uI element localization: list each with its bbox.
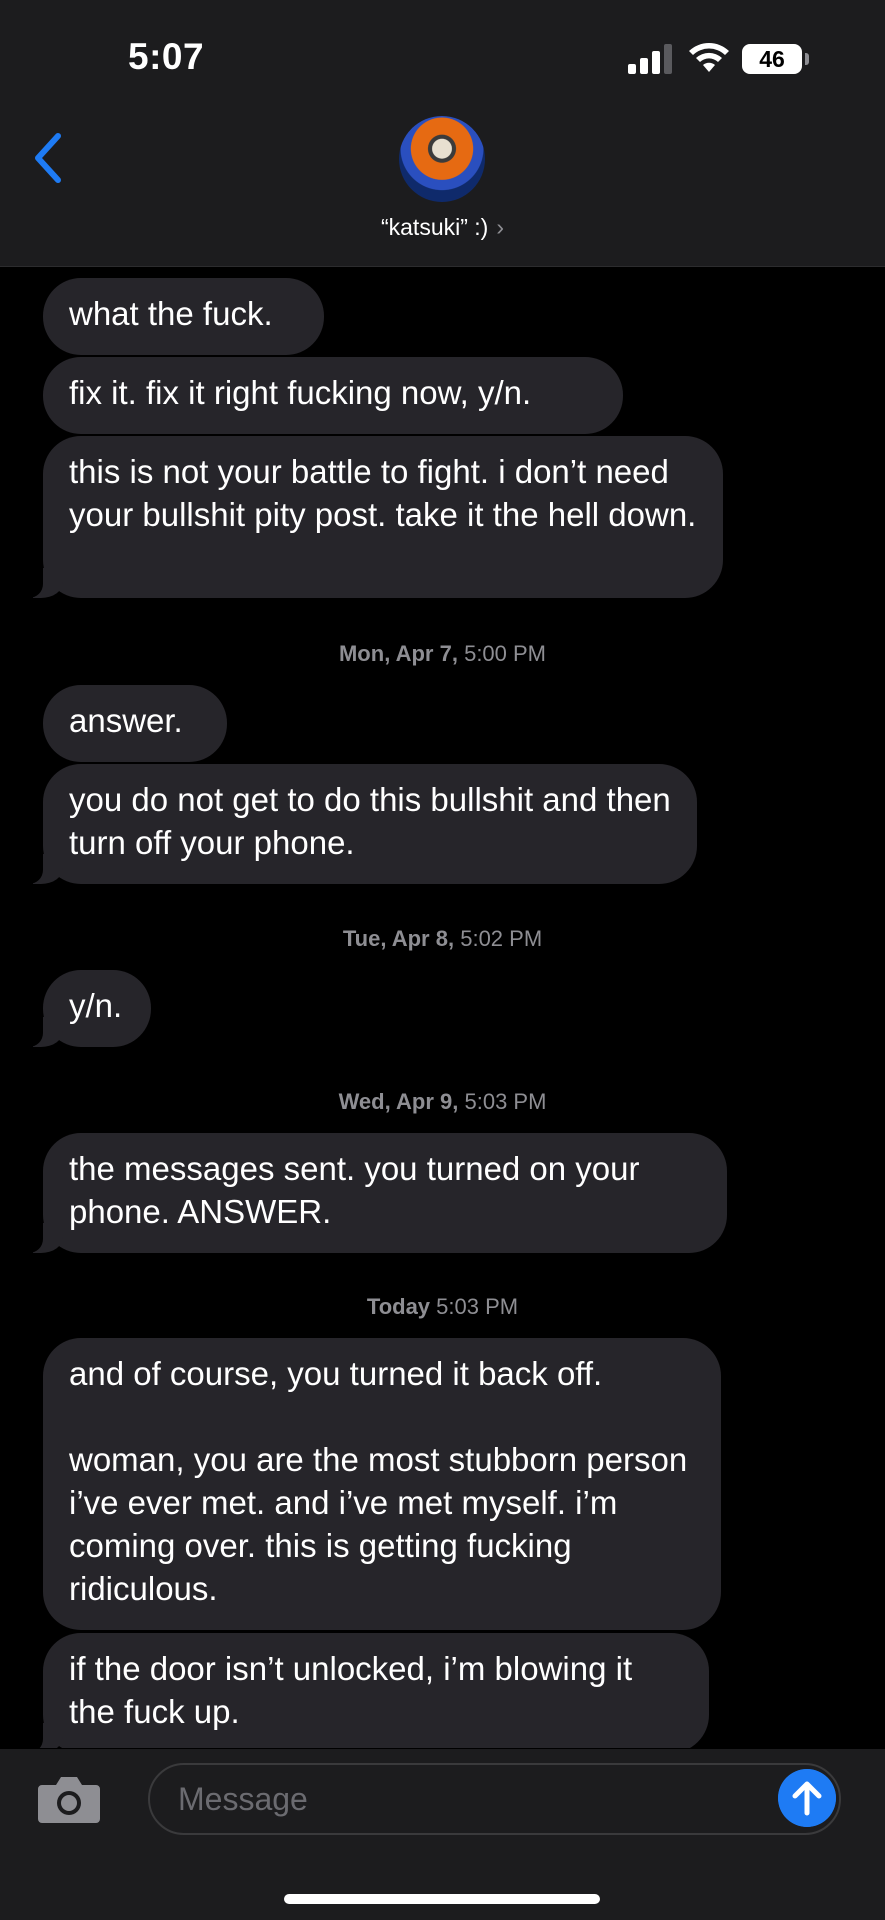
status-time: 5:07: [128, 36, 205, 77]
contact-name-button[interactable]: “katsuki” :) ›: [0, 214, 885, 241]
camera-icon[interactable]: [36, 1773, 102, 1825]
wifi-icon: [689, 43, 729, 72]
date-separator: Today 5:03 PM: [0, 1294, 885, 1320]
date-separator: Tue, Apr 8, 5:02 PM: [0, 926, 885, 952]
message-input[interactable]: [148, 1763, 841, 1835]
time-label: 5:00 PM: [464, 641, 547, 666]
arrow-up-icon[interactable]: [778, 1769, 836, 1827]
message-bubble[interactable]: y/n.: [19, 970, 151, 1047]
message-bubble[interactable]: what the fuck.: [43, 278, 324, 355]
message-text: if the door isn’t unlocked, i’m blowing …: [69, 1650, 633, 1730]
date-label: Tue, Apr 8,: [342, 926, 455, 951]
message-text: you do not get to do this bullshit and t…: [69, 781, 671, 861]
message-text: answer.: [69, 702, 183, 739]
message-composer: [0, 1749, 885, 1920]
battery-icon: 46: [742, 44, 802, 74]
chevron-right-icon: ›: [496, 214, 504, 240]
message-text: this is not your battle to fight. i don’…: [69, 453, 697, 533]
message-bubble[interactable]: answer.: [43, 685, 227, 762]
time-label: 5:03 PM: [464, 1089, 547, 1114]
message-text: y/n.: [69, 987, 123, 1024]
message-text: woman, you are the most stubborn person …: [69, 1441, 688, 1607]
message-bubble[interactable]: the messages sent. you turned on your ph…: [19, 1133, 727, 1253]
date-label: Wed, Apr 9,: [338, 1089, 459, 1114]
home-indicator: [284, 1894, 600, 1904]
conversation-header: “katsuki” :) ›: [0, 110, 885, 267]
message-text: what the fuck.: [69, 295, 273, 332]
battery-cap: [805, 53, 809, 65]
message-bubble[interactable]: fix it. fix it right fucking now, y/n.: [43, 357, 623, 434]
date-separator: Wed, Apr 9, 5:03 PM: [0, 1089, 885, 1115]
message-bubble[interactable]: this is not your battle to fight. i don’…: [19, 436, 723, 598]
status-bar: 5:07 46: [0, 0, 885, 110]
chevron-left-icon[interactable]: [30, 128, 70, 188]
message-bubble[interactable]: you do not get to do this bullshit and t…: [19, 764, 697, 884]
cellular-signal-icon: [628, 44, 672, 74]
avatar[interactable]: [399, 116, 485, 202]
contact-name: “katsuki” :): [380, 214, 489, 240]
date-label: Mon, Apr 7,: [338, 641, 458, 666]
date-label: Today: [366, 1294, 431, 1319]
time-label: 5:03 PM: [436, 1294, 519, 1319]
date-separator: Mon, Apr 7, 5:00 PM: [0, 641, 885, 667]
message-bubble[interactable]: and of course, you turned it back off. w…: [43, 1338, 721, 1630]
message-text: the messages sent. you turned on your ph…: [69, 1150, 640, 1230]
time-label: 5:02 PM: [460, 926, 543, 951]
message-text: and of course, you turned it back off.: [69, 1355, 603, 1392]
message-thread[interactable]: what the fuck. fix it. fix it right fuck…: [0, 267, 885, 1748]
message-bubble[interactable]: if the door isn’t unlocked, i’m blowing …: [19, 1633, 709, 1748]
message-text: fix it. fix it right fucking now, y/n.: [69, 374, 532, 411]
